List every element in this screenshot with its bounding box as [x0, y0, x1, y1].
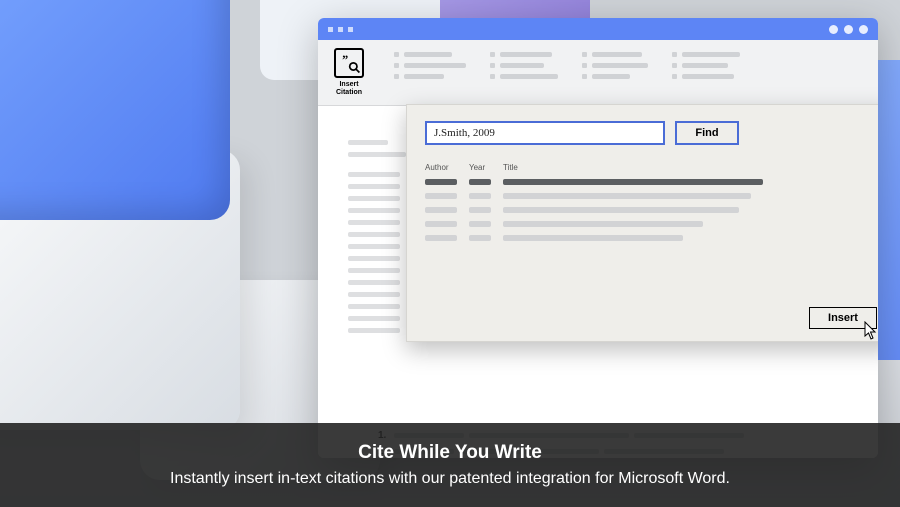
caption-banner: Cite While You Write Instantly insert in… [0, 423, 900, 507]
titlebar-left-icon [328, 27, 353, 32]
window-controls[interactable] [829, 25, 868, 34]
bg-shape-blue-left [0, 0, 230, 220]
app-window: ” Insert Citation [318, 18, 878, 458]
ribbon: ” Insert Citation [318, 40, 878, 106]
window-control-dot[interactable] [859, 25, 868, 34]
caption-title: Cite While You Write [358, 442, 542, 464]
col-year: Year [469, 163, 491, 172]
ribbon-tool-label: Insert Citation [328, 81, 370, 96]
insert-citation-icon: ” [334, 48, 364, 78]
ribbon-placeholder-group [394, 48, 466, 79]
titlebar [318, 18, 878, 40]
insert-citation-button[interactable]: ” Insert Citation [328, 48, 370, 96]
citation-search-input[interactable] [425, 121, 665, 145]
result-row[interactable] [425, 207, 877, 213]
results-list [425, 179, 877, 241]
ribbon-placeholder-group [672, 48, 740, 79]
window-control-dot[interactable] [844, 25, 853, 34]
result-row[interactable] [425, 235, 877, 241]
col-title: Title [503, 163, 877, 172]
citation-dialog: Find Author Year Title [406, 104, 878, 342]
col-author: Author [425, 163, 457, 172]
result-row[interactable] [425, 221, 877, 227]
find-button[interactable]: Find [675, 121, 739, 145]
result-row[interactable] [425, 193, 877, 199]
svg-text:”: ” [342, 53, 348, 67]
window-control-dot[interactable] [829, 25, 838, 34]
result-row[interactable] [425, 179, 877, 185]
stage: ” Insert Citation [0, 0, 900, 507]
cursor-icon [863, 321, 878, 341]
caption-subtitle: Instantly insert in-text citations with … [170, 470, 730, 488]
ribbon-placeholder-group [582, 48, 648, 79]
results-header: Author Year Title [425, 163, 877, 175]
ribbon-placeholder-group [490, 48, 558, 79]
document-area: Find Author Year Title [318, 106, 878, 458]
